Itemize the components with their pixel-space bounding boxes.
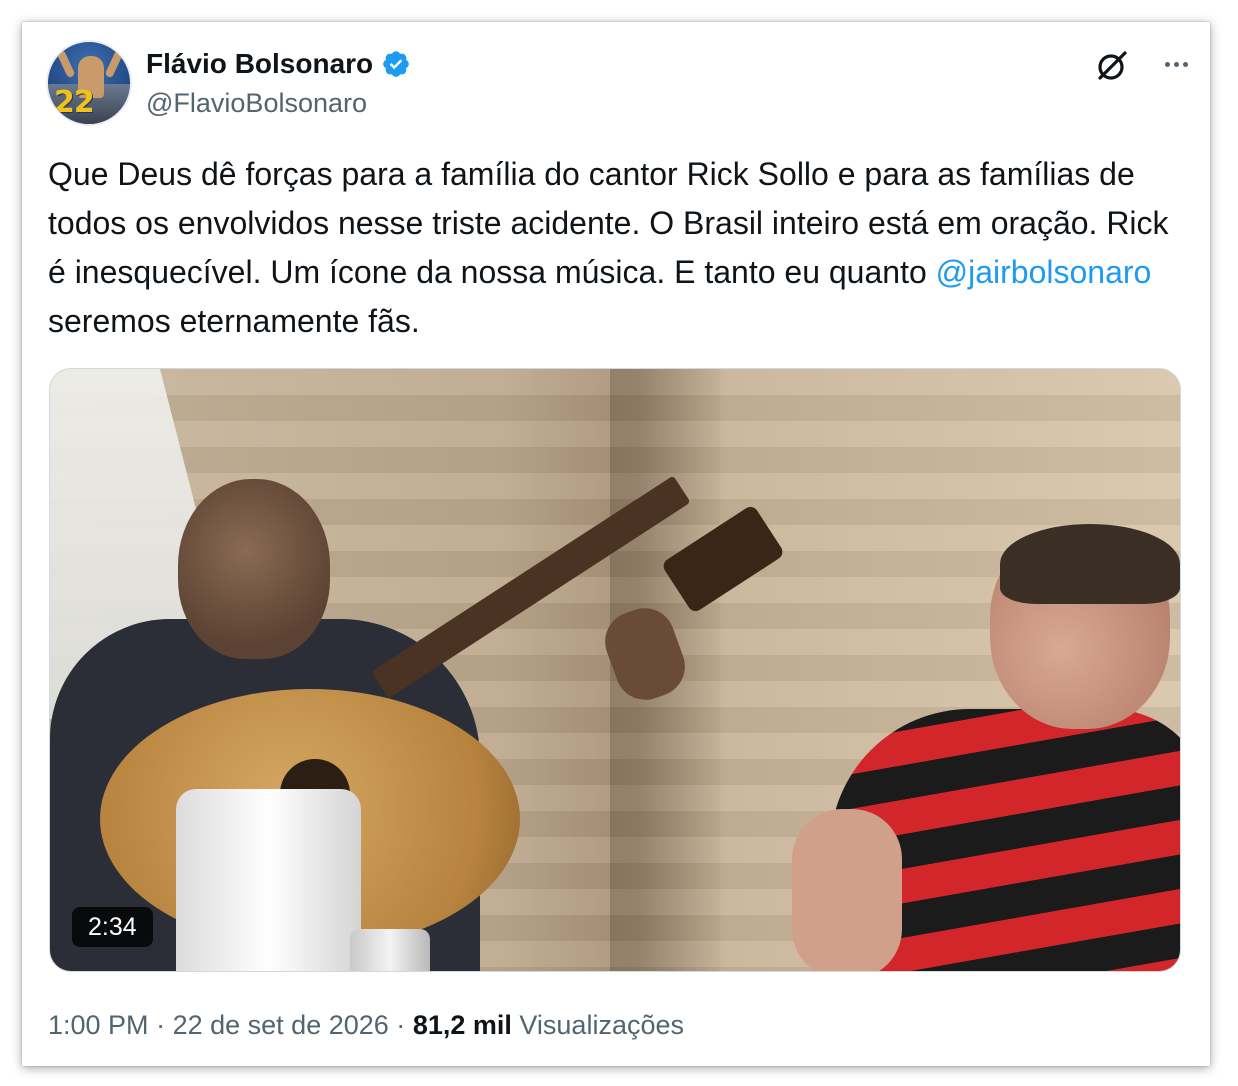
- video-player[interactable]: 2:34: [49, 368, 1181, 972]
- avatar-arm-right: [104, 49, 124, 79]
- meta-separator: ·: [396, 1010, 406, 1040]
- avatar-badge-number: 22: [54, 85, 95, 120]
- video-frame-guitarist-head: [178, 479, 330, 659]
- more-options-icon[interactable]: [1158, 52, 1194, 76]
- tweet-text: Que Deus dê forças para a família do can…: [48, 150, 1188, 346]
- grok-icon[interactable]: [1094, 48, 1130, 84]
- video-frame-can: [350, 929, 430, 971]
- views-label: Visualizações: [519, 1010, 684, 1040]
- mention-link[interactable]: @jairbolsonaro: [936, 254, 1152, 290]
- meta-separator: ·: [156, 1010, 166, 1040]
- verified-badge-icon[interactable]: [381, 49, 411, 79]
- avatar[interactable]: 22: [46, 40, 132, 126]
- author-display-name[interactable]: Flávio Bolsonaro: [146, 48, 373, 80]
- tweet-time[interactable]: 1:00 PM: [48, 1010, 149, 1040]
- tweet-card: 22 Flávio Bolsonaro @FlavioBolsonaro Que…: [22, 22, 1210, 1066]
- tweet-date[interactable]: 22 de set de 2026: [173, 1010, 389, 1040]
- tweet-meta: 1:00 PM · 22 de set de 2026 · 81,2 mil V…: [48, 1010, 684, 1041]
- author-handle[interactable]: @FlavioBolsonaro: [146, 88, 367, 119]
- video-frame-paper-towel: [176, 789, 361, 971]
- avatar-arm-left: [56, 49, 76, 79]
- video-duration-badge: 2:34: [72, 907, 153, 947]
- video-frame-listener-arm: [792, 809, 902, 971]
- video-frame-listener-hair: [1000, 524, 1180, 604]
- author-name-row: Flávio Bolsonaro: [146, 48, 411, 80]
- tweet-text-after: seremos eternamente fãs.: [48, 303, 420, 339]
- views-count[interactable]: 81,2 mil: [413, 1010, 512, 1040]
